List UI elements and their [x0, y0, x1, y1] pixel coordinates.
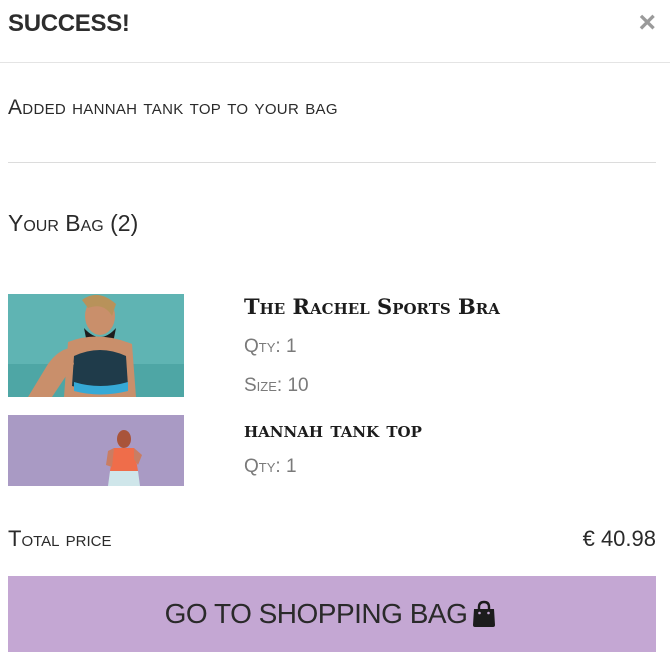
bag-item: The Rachel Sports Bra Qty: 1 Size: 10 — [8, 294, 656, 398]
item-name[interactable]: hannah tank top — [244, 417, 422, 442]
shopping-bag-icon — [469, 599, 499, 629]
modal-title: SUCCESS! — [8, 10, 130, 37]
item-name[interactable]: The Rachel Sports Bra — [244, 294, 500, 319]
item-qty: Qty: 1 — [244, 456, 297, 477]
bag-title: Your Bag (2) — [8, 210, 139, 236]
close-icon[interactable]: × — [638, 8, 656, 38]
modal-header: SUCCESS! × — [0, 0, 670, 63]
cta-label: GO TO SHOPPING BAG — [164, 598, 468, 629]
total-label: Total price — [8, 526, 112, 551]
bag-item: hannah tank top Qty: 1 — [8, 415, 656, 487]
added-message: Added hannah tank top to your bag — [8, 96, 338, 119]
product-image[interactable] — [8, 294, 184, 397]
product-image[interactable] — [8, 415, 184, 486]
divider — [8, 162, 656, 163]
tank-top-photo — [8, 415, 184, 486]
sports-bra-photo — [8, 294, 184, 397]
item-size: Size: 10 — [244, 375, 309, 396]
item-qty: Qty: 1 — [244, 336, 297, 357]
total-value: € 40.98 — [582, 526, 656, 551]
go-to-shopping-bag-button[interactable]: GO TO SHOPPING BAG — [8, 576, 656, 652]
